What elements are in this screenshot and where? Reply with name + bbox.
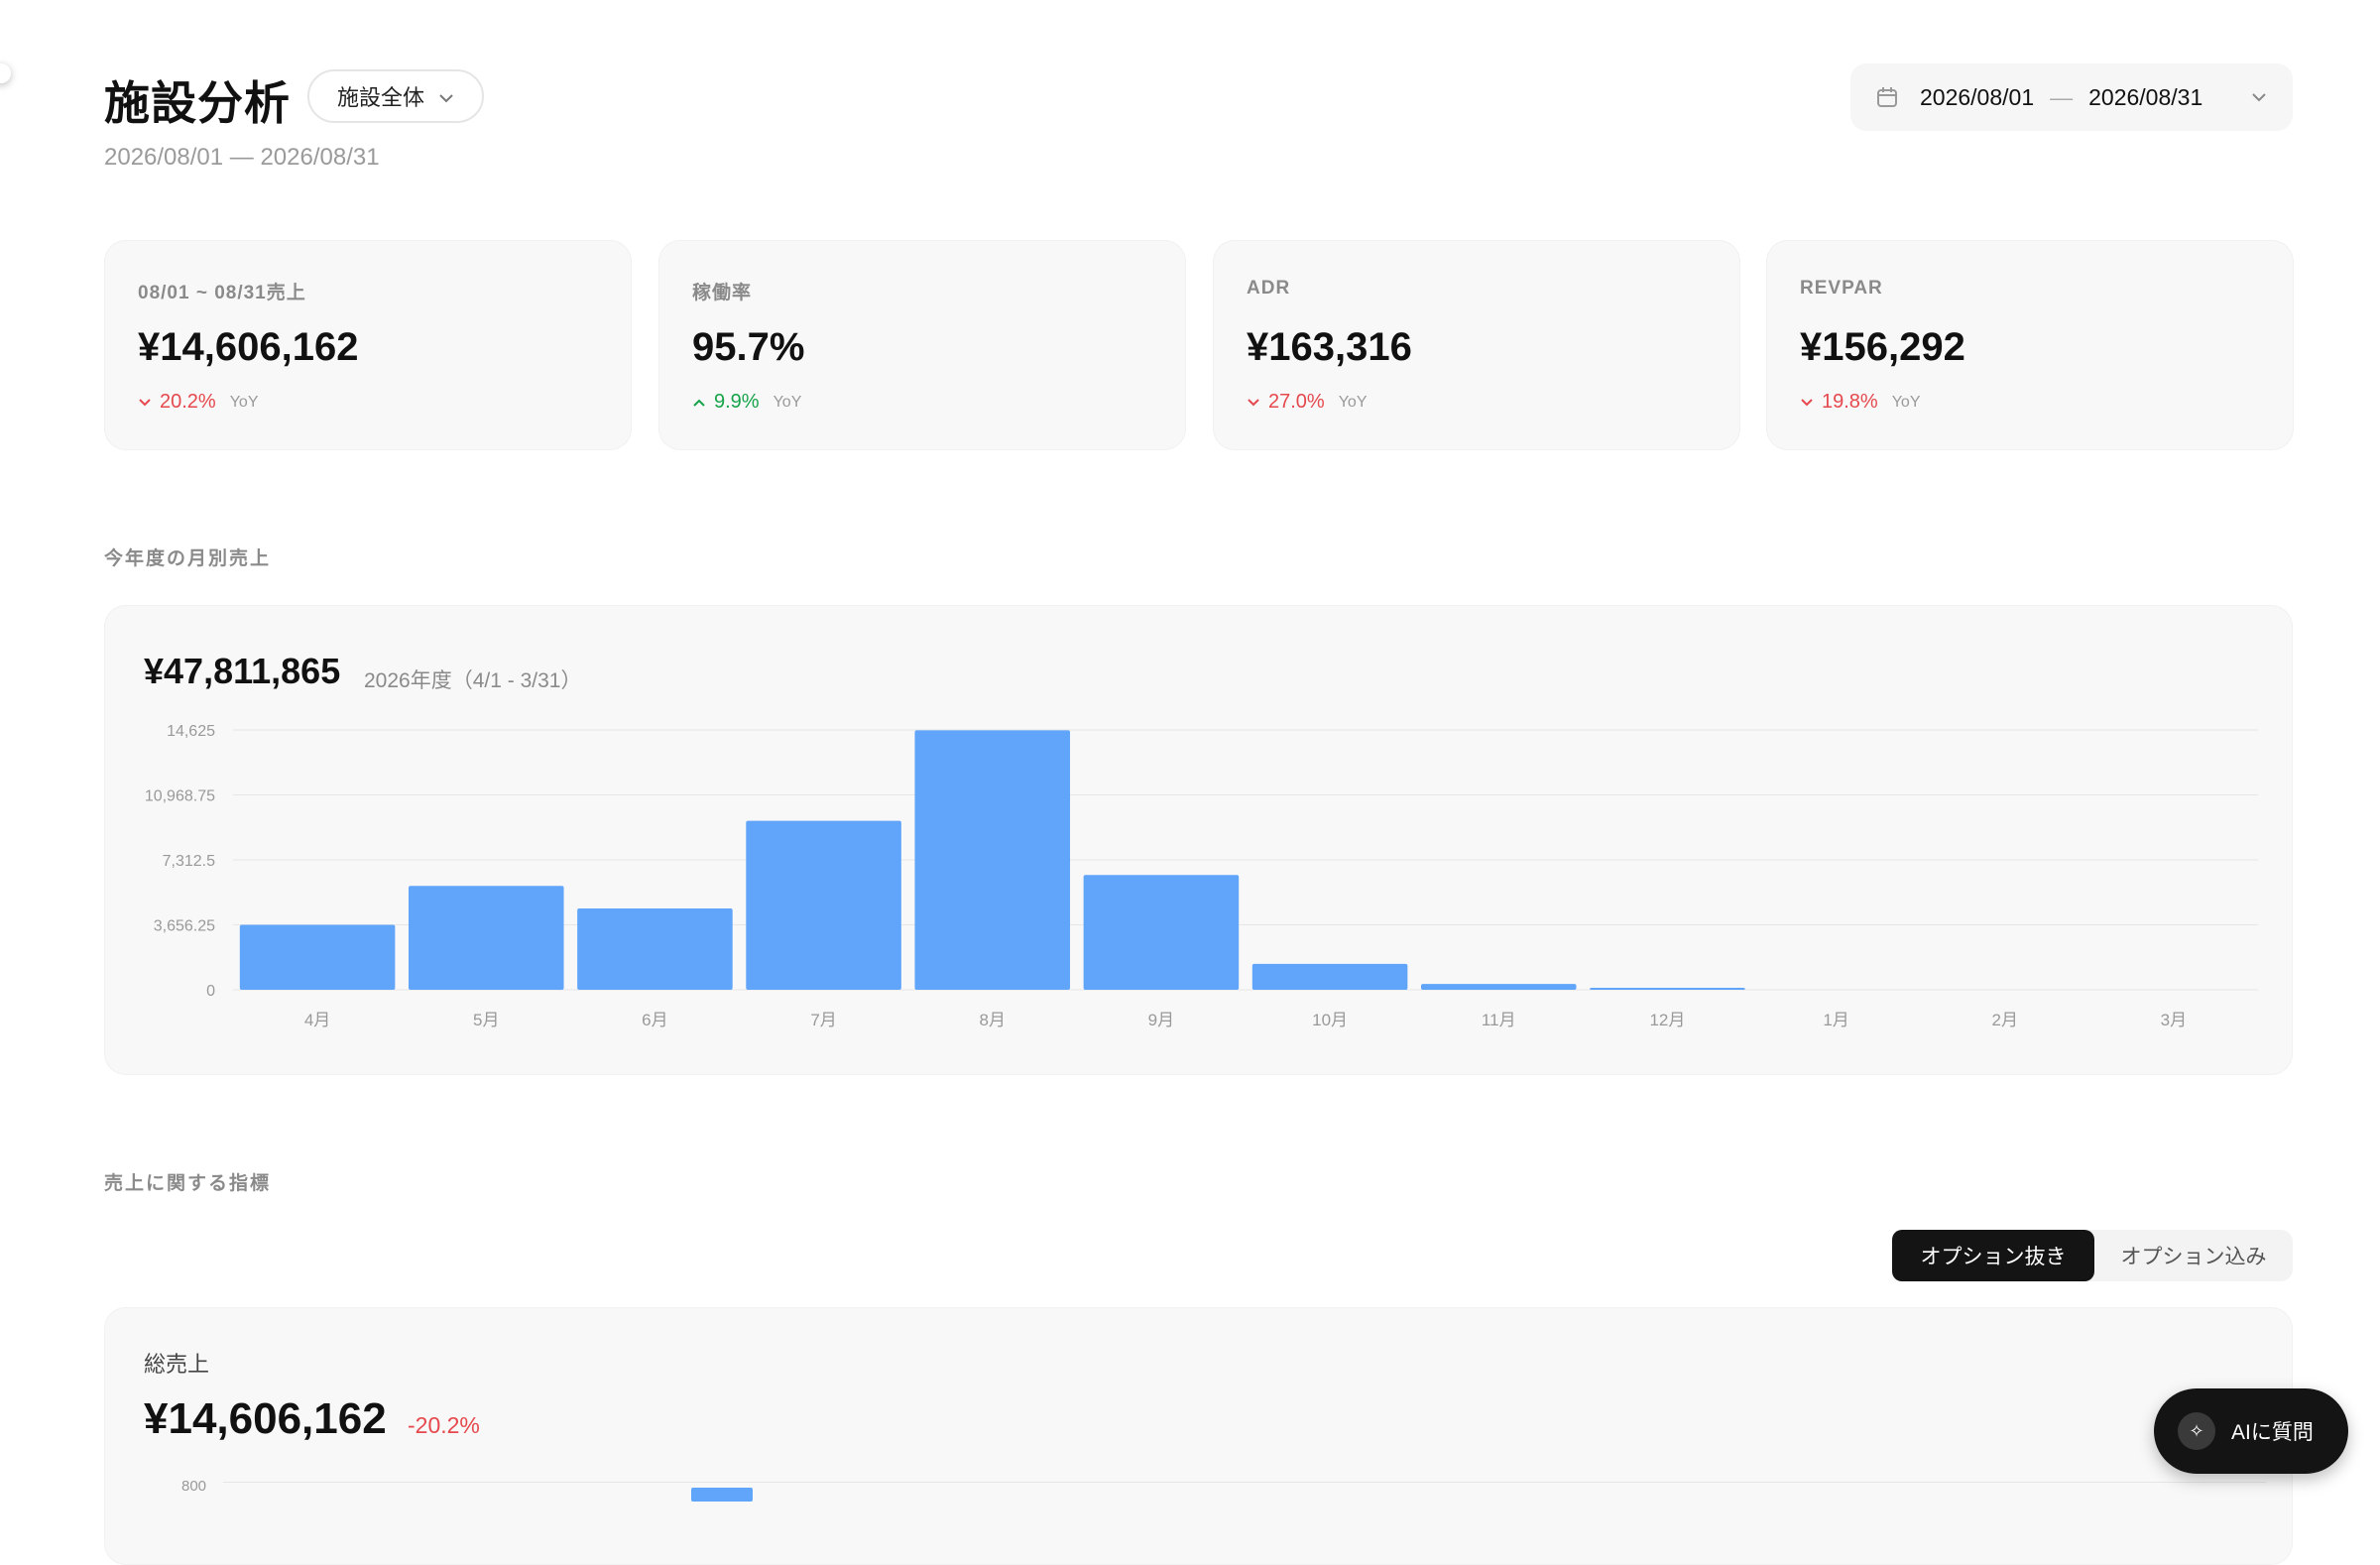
monthly-sales-card: ¥47,811,865 2026年度（4/1 - 3/31） 14,625 10,… xyxy=(104,605,2293,1075)
kpi-value: ¥14,606,162 xyxy=(138,325,359,369)
y-tick-label: 10,968.75 xyxy=(145,788,215,805)
kpi-yoy: YoY xyxy=(773,393,802,411)
total-sales-delta: -20.2% xyxy=(408,1412,480,1438)
metrics-section-label: 売上に関する指標 xyxy=(104,1173,272,1194)
bar xyxy=(1251,963,1408,990)
page-subtitle: 2026/08/01 — 2026/08/31 xyxy=(104,144,380,171)
kpi-delta-value: 20.2% xyxy=(160,391,216,413)
bar xyxy=(408,886,564,990)
y-tick-label: 7,312.5 xyxy=(163,853,215,870)
kpi-value: 95.7% xyxy=(692,325,805,369)
sparkle-icon: ✧ xyxy=(2178,1412,2215,1450)
total-sales-card: 総売上 ¥14,606,162 -20.2% 800 xyxy=(104,1307,2293,1565)
toggle-without-options[interactable]: オプション抜き xyxy=(1892,1230,2094,1281)
x-tick-label: 11月 xyxy=(1482,1011,1516,1029)
edge-handle[interactable] xyxy=(0,63,11,83)
bar xyxy=(1590,988,1745,990)
bar xyxy=(239,924,396,990)
kpi-yoy: YoY xyxy=(1338,393,1368,411)
x-tick-label: 8月 xyxy=(980,1011,1006,1029)
kpi-card-occupancy: 稼働率 95.7% 9.9% YoY xyxy=(658,240,1186,450)
x-tick-label: 10月 xyxy=(1312,1011,1348,1029)
y-tick-label: 14,625 xyxy=(167,723,215,740)
calendar-icon xyxy=(1876,86,1898,108)
kpi-card-sales: 08/01 ~ 08/31売上 ¥14,606,162 20.2% YoY xyxy=(104,240,632,450)
chevron-down-icon xyxy=(139,398,151,406)
kpi-yoy: YoY xyxy=(229,393,259,411)
x-tick-label: 4月 xyxy=(304,1011,330,1029)
chevron-down-icon xyxy=(1248,398,1259,406)
y-tick-label: 0 xyxy=(206,983,215,1000)
monthly-sales-chart: 14,625 10,968.75 7,312.5 3,656.25 0 4月 5月 6月 7月 8… xyxy=(145,723,2258,1029)
kpi-delta: 19.8% YoY xyxy=(1800,391,1921,414)
monthly-section-label: 今年度の月別売上 xyxy=(104,548,272,569)
chevron-up-icon xyxy=(693,399,705,407)
kpi-delta-value: 19.8% xyxy=(1822,391,1878,413)
kpi-value: ¥163,316 xyxy=(1247,325,1412,369)
gridline xyxy=(223,1482,2266,1483)
kpi-delta-value: 27.0% xyxy=(1268,391,1325,413)
x-tick-label: 3月 xyxy=(2161,1011,2187,1029)
kpi-yoy: YoY xyxy=(1891,393,1921,411)
scope-label: 施設全体 xyxy=(337,85,425,110)
kpi-label: REVPAR xyxy=(1800,278,1883,299)
bar xyxy=(1083,875,1240,990)
kpi-label: ADR xyxy=(1247,278,1291,299)
ask-ai-label: AIに質問 xyxy=(2231,1421,2314,1444)
chevron-down-icon xyxy=(438,83,454,109)
kpi-card-adr: ADR ¥163,316 27.0% YoY xyxy=(1213,240,1740,450)
kpi-card-revpar: REVPAR ¥156,292 19.8% YoY xyxy=(1766,240,2294,450)
bar xyxy=(746,820,901,990)
y-tick-label: 3,656.25 xyxy=(154,918,215,935)
kpi-value: ¥156,292 xyxy=(1800,325,1965,369)
ask-ai-button[interactable]: ✧ AIに質問 xyxy=(2154,1388,2348,1474)
x-tick-label: 12月 xyxy=(1649,1011,1685,1029)
y-tick-label: 800 xyxy=(181,1478,207,1495)
bar xyxy=(914,730,1071,990)
option-toggle: オプション抜き オプション込み xyxy=(1892,1230,2293,1281)
bar xyxy=(1420,984,1577,990)
x-tick-label: 1月 xyxy=(1823,1011,1848,1029)
scope-dropdown[interactable]: 施設全体 xyxy=(307,69,485,123)
x-tick-label: 9月 xyxy=(1148,1011,1174,1029)
x-tick-label: 6月 xyxy=(642,1011,667,1029)
kpi-delta: 20.2% YoY xyxy=(138,391,259,414)
date-end: 2026/08/31 xyxy=(2088,83,2203,110)
bar xyxy=(691,1488,753,1502)
chevron-down-icon xyxy=(2251,92,2267,102)
kpi-label: 08/01 ~ 08/31売上 xyxy=(138,283,306,303)
page-title: 施設分析 xyxy=(104,77,291,129)
kpi-delta: 9.9% YoY xyxy=(692,391,801,414)
x-tick-label: 2月 xyxy=(1992,1011,2018,1029)
date-start: 2026/08/01 xyxy=(1920,83,2035,110)
toggle-with-options[interactable]: オプション込み xyxy=(2094,1230,2293,1281)
kpi-delta: 27.0% YoY xyxy=(1247,391,1368,414)
bar xyxy=(577,907,733,990)
date-range-picker[interactable]: 2026/08/01 — 2026/08/31 xyxy=(1850,63,2293,131)
kpi-label: 稼働率 xyxy=(692,283,753,303)
x-tick-label: 7月 xyxy=(810,1011,836,1029)
chevron-down-icon xyxy=(1801,398,1813,406)
kpi-delta-value: 9.9% xyxy=(714,391,760,413)
x-tick-label: 5月 xyxy=(473,1011,499,1029)
date-separator: — xyxy=(2050,83,2074,110)
total-sales-label: 総売上 xyxy=(144,1352,210,1377)
total-sales-value: ¥14,606,162 xyxy=(144,1394,387,1443)
